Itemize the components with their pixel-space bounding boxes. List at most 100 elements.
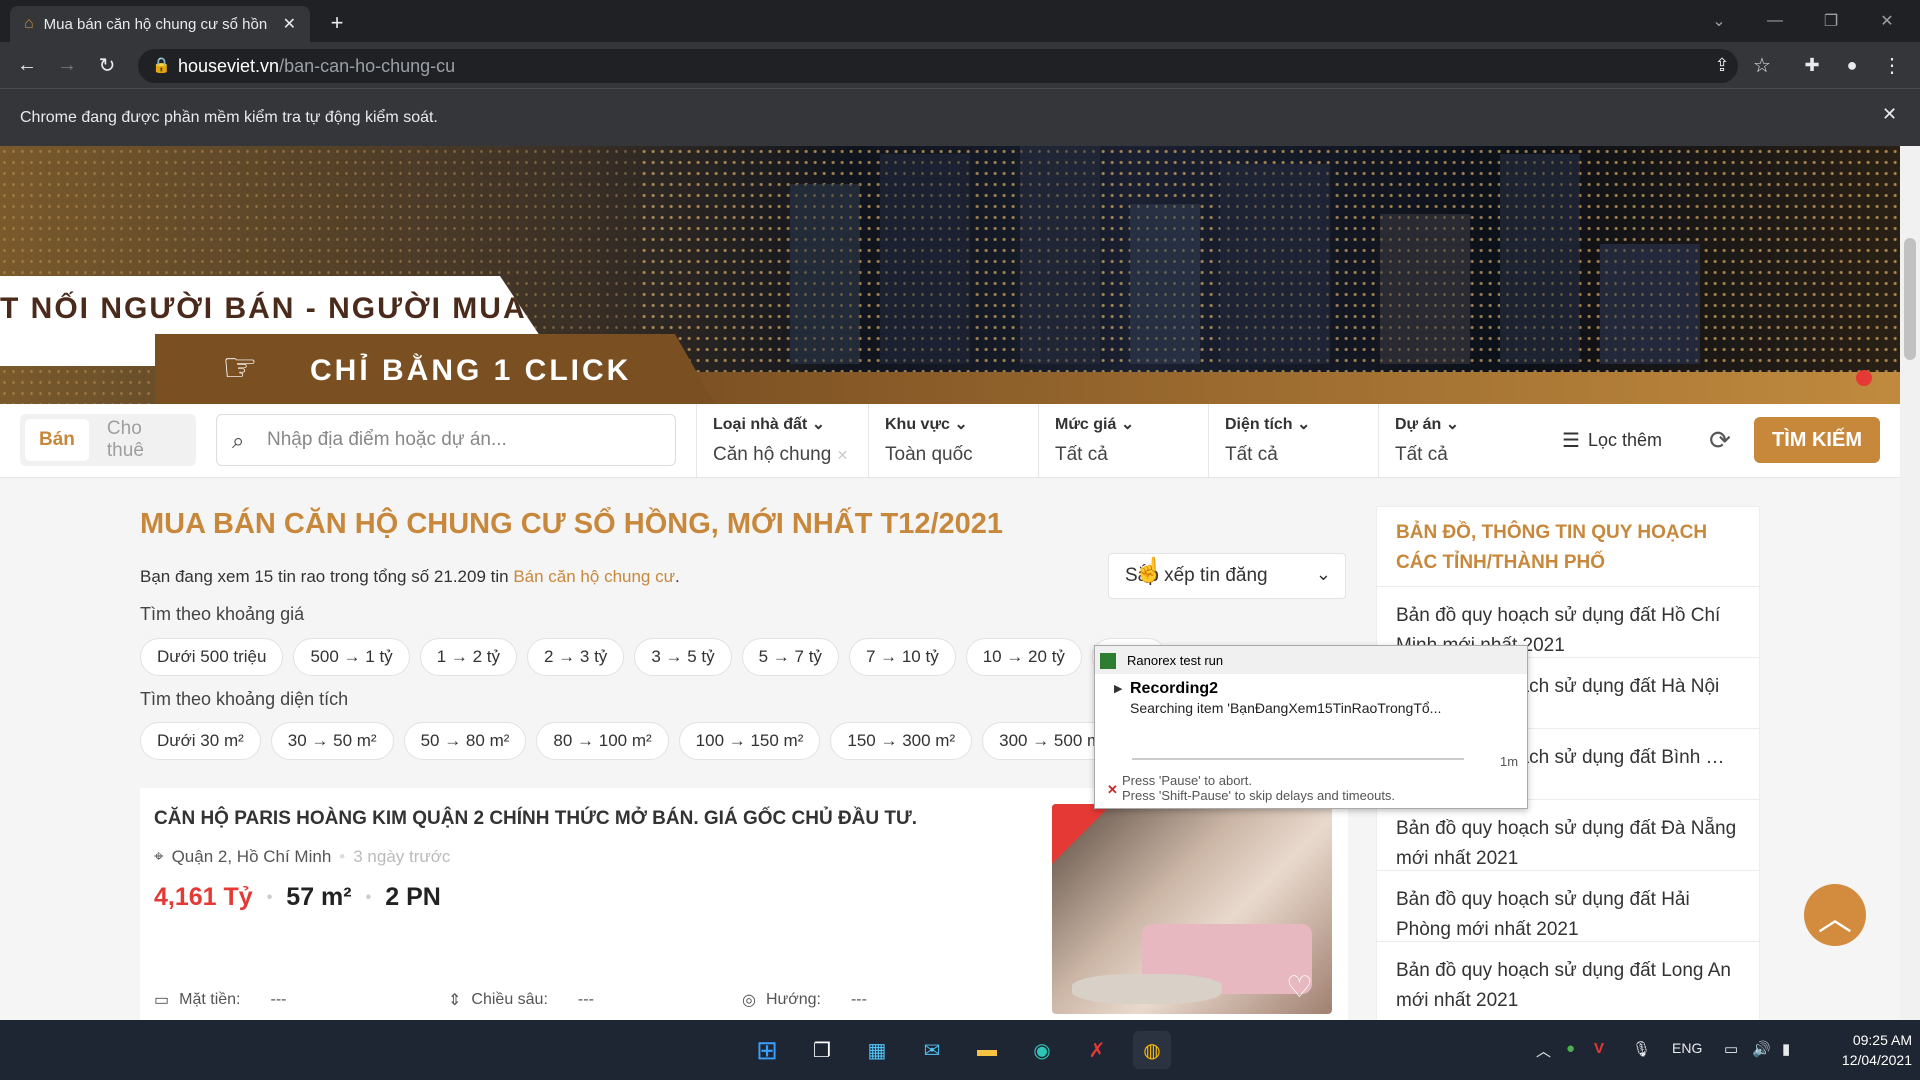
- taskbar-clock[interactable]: 09:25 AM 12/04/2021: [1822, 1030, 1912, 1070]
- filter-label: Loại nhà đất: [713, 416, 808, 433]
- chat-icon[interactable]: ✉: [913, 1031, 951, 1069]
- listing-title[interactable]: CĂN HỘ PARIS HOÀNG KIM QUẬN 2 CHÍNH THỨC…: [154, 808, 917, 830]
- forward-button[interactable]: →: [52, 50, 82, 80]
- listing-price: 4,161 Tỷ: [154, 883, 253, 911]
- clock-time: 09:25 AM: [1852, 1032, 1912, 1048]
- tab-title: Mua bán căn hộ chung cư sổ hồn: [43, 15, 268, 33]
- chrome-icon[interactable]: ◍: [1133, 1031, 1171, 1069]
- hint-pause: Press 'Pause' to abort.: [1122, 773, 1252, 788]
- filter-value: Tất cả: [1225, 444, 1278, 465]
- tray-v-icon[interactable]: V: [1594, 1040, 1604, 1057]
- clear-icon[interactable]: ✕: [837, 447, 849, 463]
- slogan-text-2: CHỈ BẰNG 1 CLICK: [310, 354, 632, 387]
- language-indicator[interactable]: ENG: [1672, 1040, 1702, 1056]
- sidebar-item[interactable]: Bản đồ quy hoạch sử dụng đất Long An mới…: [1376, 941, 1760, 1012]
- back-button[interactable]: ←: [12, 50, 42, 80]
- search-button[interactable]: TÌM KIẾM: [1754, 417, 1880, 463]
- widgets-icon[interactable]: ▦: [858, 1031, 896, 1069]
- share-icon[interactable]: ⇪: [1707, 50, 1737, 80]
- address-bar[interactable]: 🔒 houseviet.vn /ban-can-ho-chung-cu: [138, 49, 1738, 83]
- chevron-down-icon: ⌄: [1297, 416, 1311, 433]
- browser-tab[interactable]: ⌂ Mua bán căn hộ chung cư sổ hồn ✕: [10, 6, 310, 42]
- price-chip[interactable]: 7 → 10 tỷ: [848, 638, 956, 676]
- volume-icon[interactable]: 🔊: [1752, 1040, 1771, 1058]
- mode-sell-button[interactable]: Bán: [25, 419, 89, 461]
- star-icon[interactable]: ☆: [1747, 50, 1777, 80]
- abort-icon: ✕: [1107, 782, 1118, 797]
- search-input[interactable]: Nhập địa điểm hoặc dự án...: [216, 414, 676, 466]
- banner-slide-indicator[interactable]: [1856, 370, 1872, 386]
- tray-app-icon[interactable]: ●: [1566, 1040, 1575, 1057]
- heart-icon[interactable]: ♡: [1286, 970, 1313, 1005]
- sidebar-item[interactable]: Bản đồ quy hoạch sử dụng đất Hải Phòng m…: [1376, 870, 1760, 941]
- ranorex-icon[interactable]: ✗: [1078, 1031, 1116, 1069]
- extension-icon[interactable]: ✚: [1797, 50, 1827, 80]
- category-link[interactable]: Bán căn hộ chung cư: [513, 567, 675, 586]
- task-view-icon[interactable]: ❐: [803, 1031, 841, 1069]
- close-window-button[interactable]: ✕: [1864, 0, 1910, 42]
- listing-area: 57 m²: [286, 883, 352, 911]
- price-chip[interactable]: Dưới 500 triệu: [140, 638, 284, 676]
- price-chip[interactable]: 3 → 5 tỷ: [634, 638, 732, 676]
- listing-stats: 4,161 Tỷ • 57 m² • 2 PN: [154, 883, 441, 911]
- price-chip[interactable]: 5 → 7 tỷ: [741, 638, 839, 676]
- filter-project[interactable]: Dự án ⌄ Tất cả: [1378, 404, 1548, 478]
- price-chip[interactable]: 10 → 20 tỷ: [965, 638, 1082, 676]
- minimize-button[interactable]: —: [1752, 0, 1798, 42]
- price-chip[interactable]: 1 → 2 tỷ: [419, 638, 517, 676]
- ranorex-progress: [1132, 758, 1464, 760]
- result-summary: Bạn đang xem 15 tin rao trong tổng số 21…: [140, 567, 680, 587]
- restore-button[interactable]: ❐: [1808, 0, 1854, 42]
- area-chip[interactable]: 50 → 80 m²: [403, 722, 527, 760]
- mode-rent-button[interactable]: Cho thuê: [93, 418, 191, 461]
- new-tab-button[interactable]: +: [322, 8, 352, 38]
- tray-chevron-icon[interactable]: ︿: [1536, 1040, 1551, 1061]
- more-filters-button[interactable]: ☰ Lọc thêm: [1562, 414, 1672, 466]
- network-icon[interactable]: ▭: [1724, 1040, 1738, 1058]
- microphone-icon[interactable]: 🎙: [1632, 1040, 1651, 1058]
- reload-button[interactable]: ↻: [92, 50, 122, 80]
- close-infobar-icon[interactable]: ✕: [1882, 104, 1897, 125]
- filter-area[interactable]: Diện tích ⌄ Tất cả: [1208, 404, 1378, 478]
- battery-icon[interactable]: ▮: [1782, 1040, 1790, 1058]
- profile-icon[interactable]: ●: [1837, 50, 1867, 80]
- expand-arrow-icon[interactable]: ▶: [1114, 682, 1122, 695]
- area-chip[interactable]: 150 → 300 m²: [830, 722, 973, 760]
- ranorex-hints: Press 'Pause' to abort. Press 'Shift-Pau…: [1122, 773, 1395, 803]
- area-chip[interactable]: 100 → 150 m²: [678, 722, 821, 760]
- sidebar-item[interactable]: Bản đồ quy hoạch sử dụng đất Đà Nẵng mới…: [1376, 799, 1760, 870]
- listing-location: ⌖ Quận 2, Hồ Chí Minh • 3 ngày trước: [154, 847, 451, 866]
- mode-toggle: Bán Cho thuê: [20, 414, 196, 466]
- tab-search-icon[interactable]: ⌄: [1696, 0, 1742, 42]
- edge-icon[interactable]: ◉: [1023, 1031, 1061, 1069]
- summary-text: Bạn đang xem 15 tin rao trong tổng số 21…: [140, 567, 509, 586]
- area-chip[interactable]: 80 → 100 m²: [536, 722, 669, 760]
- chevron-down-icon: ⌄: [1120, 416, 1135, 433]
- file-explorer-icon[interactable]: ▬: [968, 1031, 1006, 1069]
- filter-price[interactable]: Mức giá ⌄ Tất cả: [1038, 404, 1208, 478]
- listing-bedrooms: 2 PN: [385, 883, 441, 911]
- scrollbar-thumb[interactable]: [1904, 238, 1916, 360]
- windows-start-icon[interactable]: ⊞: [748, 1031, 786, 1069]
- arrow-up-icon[interactable]: ︿: [1804, 884, 1866, 946]
- area-chip[interactable]: 30 → 50 m²: [270, 722, 394, 760]
- compass-icon: ◎: [742, 992, 756, 1009]
- filter-property-type[interactable]: Loại nhà đất ⌄ Căn hộ chung ✕: [696, 404, 868, 478]
- attr-frontage: ▭ Mặt tiền: ---: [154, 990, 286, 1010]
- filter-region[interactable]: Khu vực ⌄ Toàn quốc: [868, 404, 1038, 478]
- ranorex-status: Searching item 'BạnĐangXem15TinRaoTrongT…: [1130, 700, 1442, 716]
- price-chip[interactable]: 500 → 1 tỷ: [293, 638, 410, 676]
- price-chip[interactable]: 2 → 3 tỷ: [527, 638, 625, 676]
- area-chips: Dưới 30 m² 30 → 50 m² 50 → 80 m² 80 → 10…: [140, 722, 1124, 760]
- refresh-icon[interactable]: ⟳: [1700, 418, 1740, 462]
- chevron-down-icon: ⌄: [954, 416, 968, 433]
- menu-icon[interactable]: ⋮: [1877, 50, 1907, 80]
- filter-label: Mức giá: [1055, 416, 1117, 433]
- url-path: /ban-can-ho-chung-cu: [279, 55, 456, 76]
- filter-value: Căn hộ chung: [713, 444, 832, 465]
- close-tab-icon[interactable]: ✕: [283, 14, 296, 34]
- attr-depth: ⇕ Chiều sâu: ---: [448, 990, 594, 1010]
- area-chip[interactable]: Dưới 30 m²: [140, 722, 261, 760]
- lock-icon: 🔒: [152, 57, 171, 74]
- ranorex-logo-icon: [1100, 653, 1116, 669]
